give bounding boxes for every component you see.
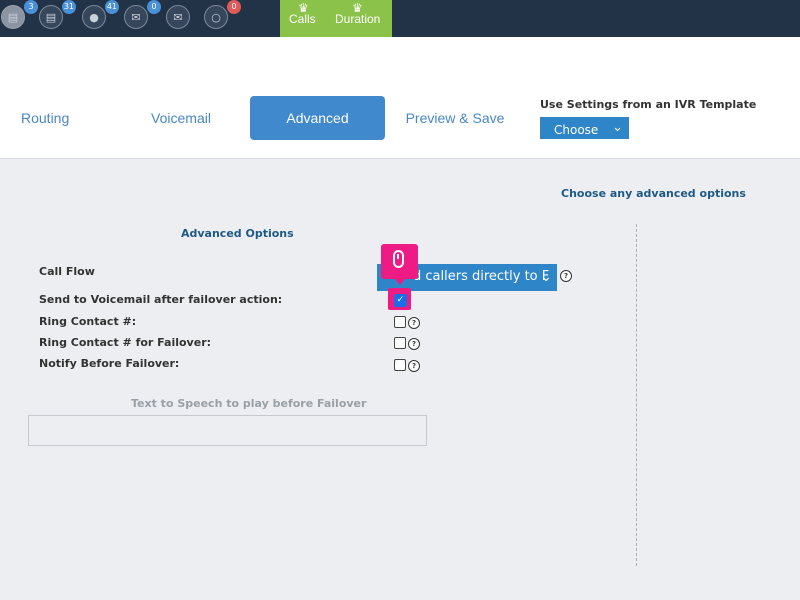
document-icon[interactable]: ▤ 31 [39,0,76,29]
notification-badge: 41 [104,0,119,14]
template-label: Use Settings from an IVR Template [540,98,757,111]
tab-advanced[interactable]: Advanced [250,96,385,140]
advanced-heading: Choose any advanced options [561,187,746,200]
speech-bubble-icon[interactable]: ○ 0 [204,0,241,29]
top-bar: ▤ 3 ▤ 31 ● 41 ✉ 0 ✉ ○ 0 ♛ Calls ♛ Duration [0,0,800,37]
voicemail-failover-label: Send to Voicemail after failover action: [39,293,283,306]
chevron-down-icon: ⌄ [540,269,552,285]
ring-contact-checkbox[interactable] [394,316,406,328]
template-select[interactable]: Choose ⌄ [540,117,629,139]
tab-preview-save[interactable]: Preview & Save [388,96,522,140]
section-title: Advanced Options [181,227,294,240]
mouse-icon [393,250,404,268]
tab-calls[interactable]: Calls [289,12,316,26]
notification-badge: 0 [227,0,241,14]
click-indicator [381,244,418,285]
tab-duration[interactable]: Duration [335,12,380,26]
chevron-down-icon: ⌄ [612,120,623,135]
stats-tabs: ♛ Calls ♛ Duration [280,0,392,37]
notify-failover-label: Notify Before Failover: [39,357,180,370]
notification-badge: 31 [61,0,76,14]
tts-input[interactable] [28,415,427,446]
help-icon[interactable]: ? [560,270,572,282]
document-icon[interactable]: ▤ 3 [1,0,38,29]
tab-voicemail[interactable]: Voicemail [115,96,247,140]
notify-failover-checkbox[interactable] [394,359,406,371]
call-flow-value: d callers directly to F [413,269,550,284]
tab-routing[interactable]: Routing [0,96,110,140]
column-divider [636,224,637,566]
notification-badge: 3 [24,0,38,14]
envelope-open-icon[interactable]: ✉ [166,5,190,29]
call-flow-label: Call Flow [39,265,95,278]
ring-contact-label: Ring Contact #: [39,315,137,328]
notification-badge: 0 [147,0,161,14]
template-select-value: Choose [554,123,599,137]
ring-contact-failover-checkbox[interactable] [394,337,406,349]
voicemail-failover-checkbox[interactable]: ✓ [394,294,407,307]
divider [0,158,800,159]
chat-icon[interactable]: ● 41 [82,0,119,29]
tts-label: Text to Speech to play before Failover [131,397,367,410]
ring-contact-failover-label: Ring Contact # for Failover: [39,336,212,349]
help-icon[interactable]: ? [408,317,420,329]
help-icon[interactable]: ? [408,360,420,372]
help-icon[interactable]: ? [408,338,420,350]
mail-icon[interactable]: ✉ 0 [124,0,161,29]
